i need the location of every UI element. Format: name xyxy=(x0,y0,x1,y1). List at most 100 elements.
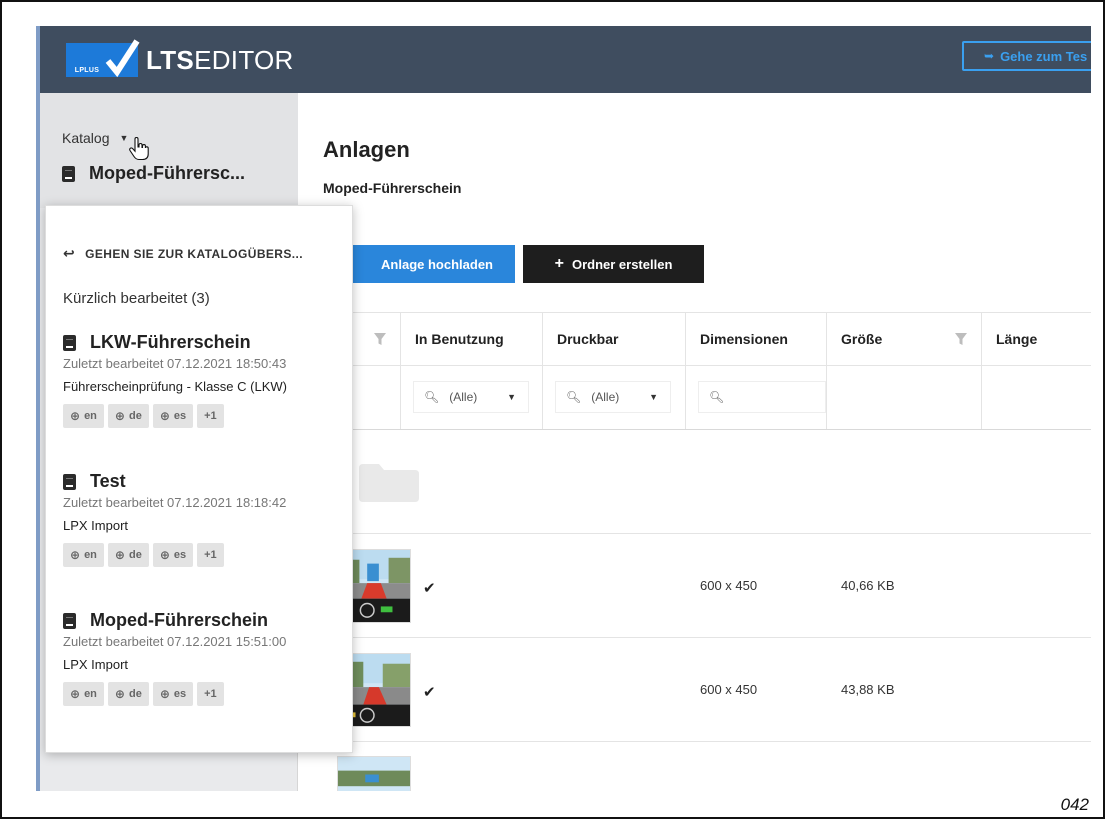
goto-test-button[interactable]: ➥ Gehe zum Tes xyxy=(962,41,1091,71)
plus-icon: + xyxy=(554,255,564,272)
current-catalog-name: Moped-Führersc... xyxy=(89,163,246,183)
in-use-filter-select[interactable]: 🔍︎ (Alle) ▼ xyxy=(413,381,529,413)
caret-down-icon: ▼ xyxy=(649,392,658,402)
recent-catalog-title: LKW-Führerschein xyxy=(63,332,343,353)
column-header-label: Länge xyxy=(996,331,1038,347)
search-icon: 🔍︎ xyxy=(424,390,440,404)
language-badge: ⊕ es xyxy=(152,682,194,706)
checkmark-logo-icon xyxy=(104,39,140,78)
book-icon xyxy=(62,165,75,182)
printable-filter-select[interactable]: 🔍︎ (Alle) ▼ xyxy=(555,381,671,413)
language-code: en xyxy=(84,688,97,700)
screenshot-frame: LPLUS LTSEDITOR ➥ Gehe zum Tes Katalog ▼ xyxy=(0,0,1105,819)
column-header-printable[interactable]: Druckbar xyxy=(543,313,686,365)
column-header-in-use[interactable]: In Benutzung xyxy=(401,313,543,365)
language-code: es xyxy=(173,688,187,700)
dimensions-filter-input[interactable]: 🔍︎ xyxy=(698,381,826,413)
dimensions-cell: 600 x 450 xyxy=(700,578,758,593)
language-badge: ⊕ de xyxy=(107,404,149,428)
recent-catalog-item[interactable]: Moped-Führerschein Zuletzt bearbeitet 07… xyxy=(63,610,343,706)
language-code: en xyxy=(84,549,97,561)
last-edited-text: Zuletzt bearbeitet 07.12.2021 18:50:43 xyxy=(63,356,287,371)
book-icon xyxy=(63,612,76,629)
logo-text: LTSEDITOR xyxy=(146,45,294,76)
language-badges: ⊕ en ⊕ de ⊕ es +1 xyxy=(63,543,343,567)
globe-icon: ⊕ xyxy=(70,409,81,423)
language-badge: ⊕ es xyxy=(152,543,194,567)
in-use-filter-value: (Alle) xyxy=(449,390,478,404)
table-row-folder[interactable] xyxy=(323,430,1091,534)
goto-catalog-overview-label: GEHEN SIE ZUR KATALOGÜBERS... xyxy=(85,246,303,261)
language-code: es xyxy=(173,549,187,561)
hand-cursor-icon xyxy=(129,137,149,161)
globe-icon: ⊕ xyxy=(114,548,125,562)
sign-in-icon: ➥ xyxy=(984,49,995,63)
caret-down-icon: ▼ xyxy=(507,392,516,402)
language-code: de xyxy=(128,549,142,561)
recent-catalog-item[interactable]: Test Zuletzt bearbeitet 07.12.2021 18:18… xyxy=(63,471,343,567)
logo-text-bold: LTS xyxy=(146,44,195,75)
recent-catalog-name: LKW-Führerschein xyxy=(90,332,251,352)
column-header-length[interactable]: Länge xyxy=(982,313,1091,365)
language-badges: ⊕ en ⊕ de ⊕ es +1 xyxy=(63,404,343,428)
recent-catalog-name: Test xyxy=(90,471,126,491)
lts-editor-logo[interactable]: LPLUS LTSEDITOR xyxy=(66,39,294,81)
catalog-description: LPX Import xyxy=(63,657,129,672)
in-use-check: ✔ xyxy=(423,684,436,701)
search-icon: 🔍︎ xyxy=(709,390,725,404)
language-code: de xyxy=(128,410,142,422)
filter-cell: 🔍︎ (Alle) ▼ xyxy=(401,366,543,429)
create-folder-button[interactable]: + Ordner erstellen xyxy=(523,245,704,283)
column-header-label: In Benutzung xyxy=(415,331,504,347)
goto-test-label: Gehe zum Tes xyxy=(1000,48,1088,64)
goto-catalog-overview-link[interactable]: ↩ GEHEN SIE ZUR KATALOGÜBERS... xyxy=(63,245,303,262)
language-code: en xyxy=(84,410,97,422)
language-badge: ⊕ en xyxy=(63,682,104,706)
language-badges: ⊕ en ⊕ de ⊕ es +1 xyxy=(63,682,343,706)
size-cell: 40,66 KB xyxy=(841,578,895,593)
page-title: Anlagen xyxy=(323,137,410,162)
language-code: de xyxy=(128,688,142,700)
recent-catalog-item[interactable]: LKW-Führerschein Zuletzt bearbeitet 07.1… xyxy=(63,332,343,428)
table-row[interactable]: ✔ 600 x 450 43,88 KB xyxy=(323,638,1091,742)
language-badge: ⊕ de xyxy=(107,682,149,706)
filter-funnel-icon[interactable] xyxy=(374,333,386,346)
column-header-label: Dimensionen xyxy=(700,331,788,347)
column-header-label: Größe xyxy=(841,331,883,347)
catalog-dropdown-toggle[interactable]: Katalog ▼ xyxy=(62,130,128,146)
table-row[interactable] xyxy=(323,742,1091,791)
upload-asset-label: Anlage hochladen xyxy=(381,256,493,272)
recently-edited-heading: Kürzlich bearbeitet (3) xyxy=(63,290,210,307)
page-subtitle: Moped-Führerschein xyxy=(323,180,462,196)
catalog-selector[interactable]: Katalog ▼ Moped-Führersc... xyxy=(40,93,298,208)
language-badge: ⊕ es xyxy=(152,404,194,428)
recent-catalog-title: Moped-Führerschein xyxy=(63,610,343,631)
more-languages-badge: +1 xyxy=(197,682,224,706)
main-content: Anlagen Moped-Führerschein Anlage hochla… xyxy=(299,93,1091,791)
create-folder-label: Ordner erstellen xyxy=(571,256,673,272)
column-header-dimensions[interactable]: Dimensionen xyxy=(686,313,827,365)
globe-icon: ⊕ xyxy=(159,687,170,701)
size-cell: 43,88 KB xyxy=(841,682,895,697)
globe-icon: ⊕ xyxy=(159,409,170,423)
table-header-row: p In Benutzung Druckbar Dimensionen Größ… xyxy=(323,312,1091,366)
filter-cell xyxy=(827,366,982,429)
logo-small-text: LPLUS xyxy=(74,67,100,74)
filter-cell xyxy=(982,366,1091,429)
dimensions-cell: 600 x 450 xyxy=(700,682,758,697)
globe-icon: ⊕ xyxy=(159,548,170,562)
book-icon xyxy=(63,473,76,490)
search-icon: 🔍︎ xyxy=(566,390,582,404)
recent-catalog-title: Test xyxy=(63,471,343,492)
language-badge: ⊕ en xyxy=(63,404,104,428)
column-header-size[interactable]: Größe xyxy=(827,313,982,365)
in-use-check: ✔ xyxy=(423,580,436,597)
last-edited-text: Zuletzt bearbeitet 07.12.2021 18:18:42 xyxy=(63,495,287,510)
filter-funnel-icon[interactable] xyxy=(955,333,967,346)
filter-cell: 🔍︎ (Alle) ▼ xyxy=(543,366,686,429)
table-row[interactable]: ✔ 600 x 450 40,66 KB xyxy=(323,534,1091,638)
more-languages-badge: +1 xyxy=(197,543,224,567)
current-catalog: Moped-Führersc... xyxy=(62,163,245,184)
table-filter-row: 🔍︎ (Alle) ▼ 🔍︎ (Alle) ▼ 🔍︎ xyxy=(323,366,1091,430)
language-code: es xyxy=(173,410,187,422)
